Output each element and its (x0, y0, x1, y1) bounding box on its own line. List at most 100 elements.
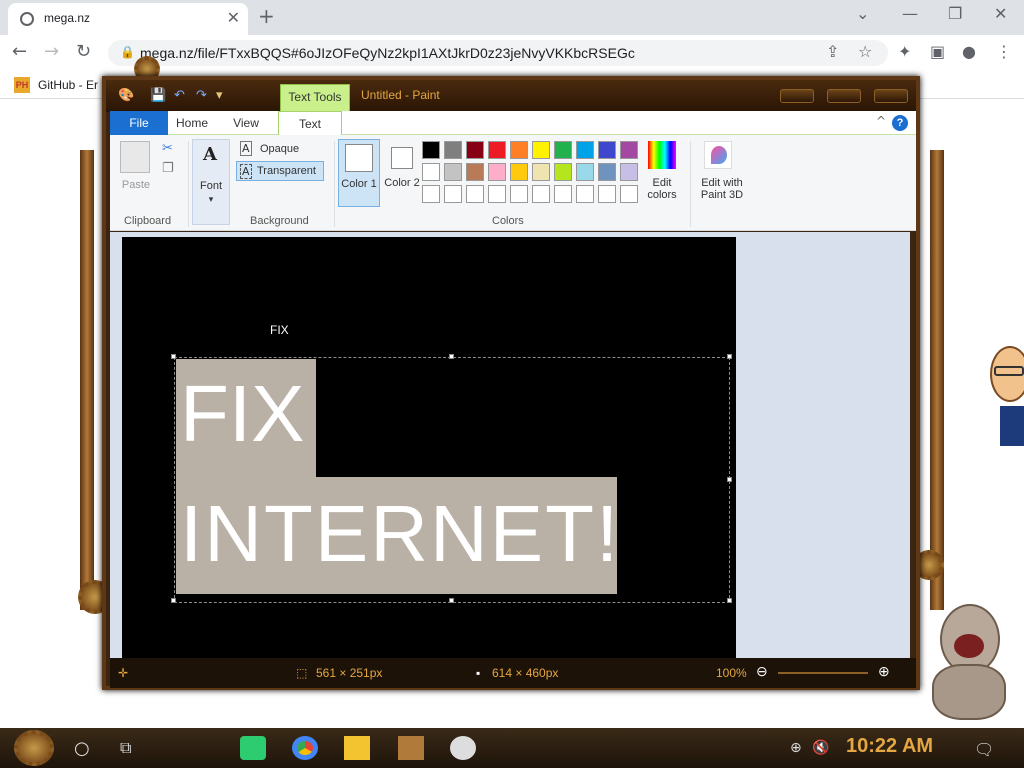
palette-swatch[interactable] (422, 163, 440, 181)
palette-swatch[interactable] (510, 185, 528, 203)
palette-swatch[interactable] (620, 185, 638, 203)
color1-button[interactable]: Color 1 (338, 139, 380, 207)
extensions-icon[interactable]: ✦ (898, 42, 911, 61)
start-button[interactable] (14, 730, 54, 766)
redo-icon[interactable]: ↷ (196, 88, 207, 103)
paint3d-icon[interactable] (704, 141, 732, 169)
palette-swatch[interactable] (554, 163, 572, 181)
close-button[interactable] (874, 89, 908, 103)
palette-swatch[interactable] (532, 141, 550, 159)
collapse-ribbon-icon[interactable]: ^ (876, 114, 886, 128)
paint-app-taskbar-icon[interactable] (450, 736, 476, 760)
paste-button[interactable]: Paste (118, 179, 154, 191)
share-icon[interactable]: ⇪ (826, 42, 839, 61)
close-window-button[interactable]: ✕ (994, 4, 1007, 23)
palette-swatch[interactable] (466, 163, 484, 181)
palette-swatch[interactable] (444, 141, 462, 159)
taskbar-clock[interactable]: 10:22 AM (846, 735, 933, 758)
minimize-button[interactable]: — (902, 4, 918, 23)
palette-swatch[interactable] (576, 141, 594, 159)
bookmark-github[interactable]: GitHub - Er (38, 78, 98, 92)
forward-icon[interactable]: → (44, 41, 59, 62)
task-view-icon[interactable]: ⧉ (120, 738, 131, 758)
tab-home[interactable]: Home (168, 111, 216, 135)
palette-swatch[interactable] (422, 141, 440, 159)
edit-colors-icon[interactable] (648, 141, 676, 169)
zoom-out-button[interactable]: ⊖ (756, 663, 768, 680)
volume-muted-icon[interactable]: 🔇 (812, 740, 829, 756)
opaque-option[interactable]: Opaque (260, 143, 299, 155)
palette-swatch[interactable] (598, 141, 616, 159)
transparent-option-container[interactable]: A Transparent (236, 161, 324, 181)
back-icon[interactable]: ← (12, 41, 27, 62)
menu-icon[interactable]: ⋮ (996, 42, 1012, 61)
palette-swatch[interactable] (466, 141, 484, 159)
browser-tab[interactable]: mega.nz ✕ (8, 3, 248, 35)
palette-swatch[interactable] (488, 185, 506, 203)
tab-search-icon[interactable]: ⌄ (856, 4, 869, 23)
palette-swatch[interactable] (444, 185, 462, 203)
resize-handle[interactable] (449, 598, 454, 603)
palette-swatch[interactable] (576, 163, 594, 181)
color2-button[interactable]: Color 2 (382, 139, 422, 207)
cut-icon[interactable]: ✂ (162, 141, 173, 156)
resize-handle[interactable] (727, 354, 732, 359)
paste-icon[interactable] (120, 141, 150, 173)
search-icon[interactable]: ○ (74, 738, 90, 759)
zoom-slider[interactable] (778, 672, 868, 674)
file-explorer-icon[interactable] (344, 736, 370, 760)
lock-icon[interactable]: 🔒 (120, 45, 135, 59)
palette-swatch[interactable] (554, 141, 572, 159)
customize-quick-access-icon[interactable]: ▾ (216, 88, 223, 103)
address-bar[interactable]: 🔒 mega.nz/file/FTxxBQQS#6oJIzOFeQyNz2kpI… (108, 40, 888, 66)
new-tab-button[interactable]: + (258, 4, 275, 28)
palette-swatch[interactable] (598, 185, 616, 203)
restore-button[interactable]: ❐ (948, 4, 962, 23)
bookmark-star-icon[interactable]: ☆ (858, 42, 872, 61)
resize-handle[interactable] (171, 354, 176, 359)
palette-swatch[interactable] (510, 141, 528, 159)
resize-handle[interactable] (449, 354, 454, 359)
palette-swatch[interactable] (532, 185, 550, 203)
media-app-icon[interactable] (398, 736, 424, 760)
save-icon[interactable]: 💾 (150, 88, 166, 103)
palette-swatch[interactable] (620, 141, 638, 159)
copy-icon[interactable]: ❐ (162, 161, 174, 176)
palette-swatch[interactable] (532, 163, 550, 181)
resize-handle[interactable] (727, 598, 732, 603)
side-panel-icon[interactable]: ▣ (930, 42, 945, 61)
minimize-button[interactable] (779, 89, 814, 103)
chrome-app-icon[interactable] (292, 736, 318, 760)
profile-icon[interactable]: ● (962, 42, 976, 61)
palette-swatch[interactable] (576, 185, 594, 203)
reload-icon[interactable]: ↻ (76, 41, 91, 62)
palette-swatch[interactable] (554, 185, 572, 203)
resize-handle[interactable] (727, 477, 732, 482)
zoom-in-button[interactable]: ⊕ (878, 663, 890, 680)
opaque-icon[interactable]: A (240, 141, 252, 156)
close-tab-icon[interactable]: ✕ (227, 8, 240, 27)
maximize-button[interactable] (826, 89, 861, 103)
notifications-icon[interactable]: 🗨 (974, 740, 994, 759)
tab-view[interactable]: View (224, 111, 268, 135)
drawing-canvas[interactable]: FIX FIX INTERNET! (122, 237, 736, 658)
resize-handle[interactable] (171, 598, 176, 603)
network-icon[interactable]: ⊕ (790, 740, 802, 756)
edit-colors-button[interactable]: Edit colors (642, 177, 682, 201)
text-selection-box[interactable] (174, 357, 730, 603)
notes-app-icon[interactable] (240, 736, 266, 760)
palette-swatch[interactable] (488, 163, 506, 181)
palette-swatch[interactable] (510, 163, 528, 181)
paint-app-icon[interactable]: 🎨 (118, 88, 134, 103)
palette-swatch[interactable] (466, 185, 484, 203)
tab-file[interactable]: File (110, 111, 168, 135)
palette-swatch[interactable] (422, 185, 440, 203)
tab-text[interactable]: Text (278, 111, 342, 136)
palette-swatch[interactable] (620, 163, 638, 181)
font-button[interactable]: A Font ▾ (192, 139, 230, 225)
undo-icon[interactable]: ↶ (174, 88, 185, 103)
palette-swatch[interactable] (444, 163, 462, 181)
palette-swatch[interactable] (598, 163, 616, 181)
help-icon[interactable]: ? (892, 115, 908, 131)
palette-swatch[interactable] (488, 141, 506, 159)
